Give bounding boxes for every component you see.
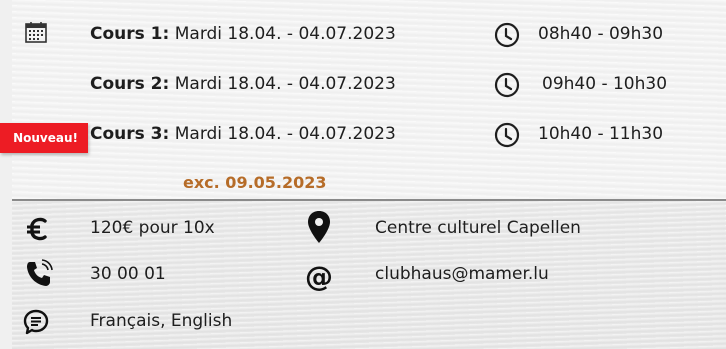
- section-divider: [12, 199, 726, 201]
- map-pin-icon: [308, 211, 330, 243]
- email-text[interactable]: clubhaus@mamer.lu: [375, 264, 549, 284]
- calendar-icon: [25, 22, 47, 43]
- course-2-dates: Mardi 18.04. - 04.07.2023: [169, 74, 396, 94]
- price-text: 120€ pour 10x: [90, 218, 215, 238]
- course-2-line: Cours 2: Mardi 18.04. - 04.07.2023: [90, 74, 396, 94]
- languages-text: Français, English: [90, 311, 233, 331]
- chat-icon: [23, 309, 49, 335]
- course-3-dates: Mardi 18.04. - 04.07.2023: [169, 124, 396, 144]
- course-3-time: 10h40 - 11h30: [538, 124, 664, 144]
- course-1-label: Cours 1: [90, 24, 163, 44]
- euro-icon: [27, 217, 47, 241]
- clock-icon: [494, 22, 520, 48]
- course-2-time: 09h40 - 10h30: [542, 74, 668, 94]
- course-1-time: 08h40 - 09h30: [538, 24, 664, 44]
- svg-text:@: @: [305, 260, 333, 293]
- new-badge-label: Nouveau!: [13, 131, 78, 145]
- course-2-label: Cours 2: [90, 74, 163, 94]
- location-text: Centre culturel Capellen: [375, 218, 581, 238]
- clock-icon: [494, 72, 520, 98]
- clock-icon: [494, 122, 520, 148]
- course-3-line: Cours 3: Mardi 18.04. - 04.07.2023: [90, 124, 396, 144]
- exception-date: exc. 09.05.2023: [183, 173, 327, 192]
- phone-icon: [27, 259, 53, 286]
- new-badge: Nouveau!: [0, 123, 88, 153]
- phone-text: 30 00 01: [90, 264, 166, 284]
- course-1-dates: Mardi 18.04. - 04.07.2023: [169, 24, 396, 44]
- course-1-line: Cours 1: Mardi 18.04. - 04.07.2023: [90, 24, 396, 44]
- course-3-label: Cours 3: [90, 124, 163, 144]
- at-icon: @: [305, 260, 333, 293]
